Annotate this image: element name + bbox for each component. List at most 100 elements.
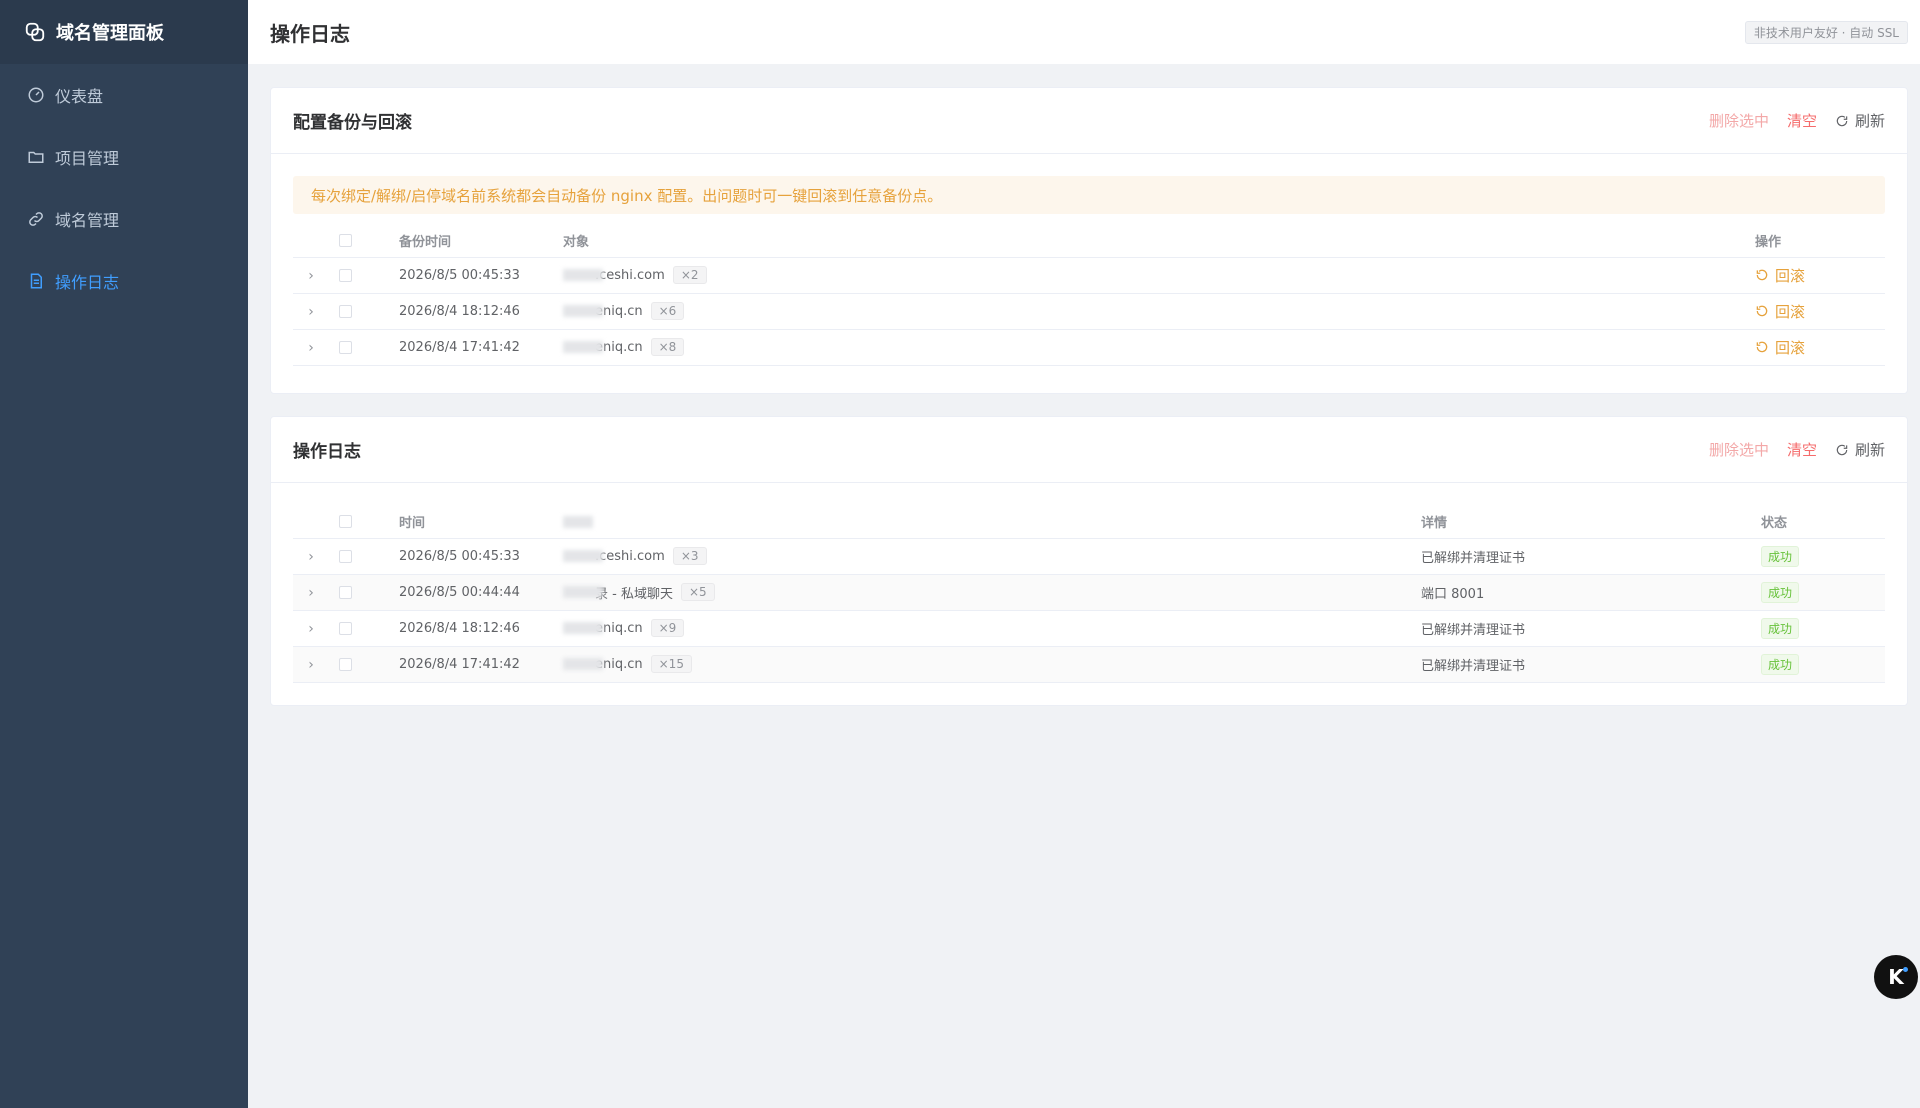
column-header-time: 备份时间	[399, 235, 452, 250]
refresh-label: 刷新	[1854, 112, 1885, 130]
expand-chevron-icon[interactable]: ›	[293, 340, 329, 356]
row-time: 2026/8/4 18:12:46	[399, 621, 520, 636]
row-checkbox[interactable]	[338, 550, 352, 563]
link-chain-icon	[25, 22, 45, 42]
redacted-text	[563, 622, 603, 634]
rollback-button[interactable]: 回滚	[1755, 301, 1805, 322]
rollback-icon	[1756, 305, 1768, 317]
redacted-column-header	[563, 515, 593, 528]
page-title: 操作日志	[270, 21, 350, 46]
row-checkbox[interactable]	[338, 658, 352, 671]
delete-selected-button[interactable]: 删除选中	[1709, 439, 1769, 460]
sidebar-item-label: 项目管理	[55, 149, 120, 168]
table-row: › 2026/8/4 18:12:46 eniq.cn ×6 回滚	[293, 294, 1885, 330]
status-badge: 成功	[1761, 546, 1800, 567]
sidebar-item-logs[interactable]: 操作日志	[0, 250, 248, 312]
header-tag: 非技术用户友好 · 自动 SSL	[1744, 21, 1908, 44]
row-object: 录 - 私域聊天	[595, 586, 673, 602]
notification-dot	[1903, 967, 1908, 972]
sidebar: 域名管理面板 仪表盘 项目管理 域名管理 操作日志	[0, 0, 248, 1108]
count-badge: ×2	[672, 266, 707, 284]
expand-chevron-icon[interactable]: ›	[293, 549, 329, 565]
row-time: 2026/8/5 00:44:44	[399, 585, 520, 600]
refresh-button[interactable]: 刷新	[1835, 110, 1885, 131]
row-detail: 已解绑并清理证书	[1421, 659, 1526, 674]
logs-card: 操作日志 删除选中 清空 刷新 时间 详情 状态 › 2026/8/5 00:4…	[270, 416, 1908, 706]
redacted-text	[563, 658, 603, 670]
refresh-icon	[1836, 115, 1848, 126]
row-time: 2026/8/4 17:41:42	[399, 657, 520, 672]
row-checkbox[interactable]	[338, 341, 352, 354]
row-checkbox[interactable]	[338, 622, 352, 635]
count-badge: ×6	[650, 302, 685, 320]
refresh-button[interactable]: 刷新	[1835, 439, 1885, 460]
assistant-float-button[interactable]: K	[1874, 955, 1918, 999]
rollback-label: 回滚	[1775, 266, 1806, 285]
row-time: 2026/8/5 00:45:33	[399, 549, 520, 564]
refresh-icon	[1836, 444, 1848, 455]
expand-chevron-icon[interactable]: ›	[293, 657, 329, 673]
select-all-checkbox[interactable]	[338, 234, 352, 247]
backup-card-title: 配置备份与回滚	[293, 113, 412, 133]
row-checkbox[interactable]	[338, 269, 352, 282]
clear-button[interactable]: 清空	[1787, 439, 1817, 460]
logs-actions: 删除选中 清空 刷新	[1709, 439, 1885, 460]
sidebar-item-projects[interactable]: 项目管理	[0, 126, 248, 188]
rollback-label: 回滚	[1775, 302, 1806, 321]
table-row: › 2026/8/5 00:45:33 .ceshi.com ×2 回滚	[293, 258, 1885, 294]
status-badge: 成功	[1761, 582, 1800, 603]
backup-card-header: 配置备份与回滚 删除选中 清空 刷新	[271, 88, 1907, 154]
sidebar-item-domains[interactable]: 域名管理	[0, 188, 248, 250]
status-badge: 成功	[1761, 618, 1800, 639]
row-time: 2026/8/4 18:12:46	[399, 304, 520, 319]
row-time: 2026/8/5 00:45:33	[399, 268, 520, 283]
expand-chevron-icon[interactable]: ›	[293, 621, 329, 637]
document-icon	[30, 273, 42, 289]
expand-chevron-icon[interactable]: ›	[293, 304, 329, 320]
table-row: › 2026/8/4 17:41:42 eniq.cn ×15 已解绑并清理证书 …	[293, 647, 1885, 683]
redacted-text	[563, 550, 603, 562]
sidebar-item-label: 操作日志	[55, 273, 120, 292]
redacted-text	[563, 341, 603, 353]
rollback-icon	[1756, 341, 1768, 353]
expand-chevron-icon[interactable]: ›	[293, 585, 329, 601]
rollback-label: 回滚	[1775, 338, 1806, 357]
row-checkbox[interactable]	[338, 305, 352, 318]
delete-selected-button[interactable]: 删除选中	[1709, 110, 1769, 131]
link-icon	[29, 212, 43, 226]
backup-card: 配置备份与回滚 删除选中 清空 刷新 每次绑定/解绑/启停域名前系统都会自动备份…	[270, 87, 1908, 394]
folder-icon	[28, 151, 44, 163]
sidebar-item-label: 仪表盘	[55, 87, 104, 106]
column-header-op: 操作	[1755, 235, 1782, 250]
backup-notice: 每次绑定/解绑/启停域名前系统都会自动备份 nginx 配置。出问题时可一键回滚…	[293, 176, 1885, 214]
row-detail: 端口 8001	[1421, 587, 1485, 602]
header: 操作日志 非技术用户友好 · 自动 SSL	[248, 0, 1920, 64]
count-badge: ×3	[672, 547, 707, 565]
rollback-button[interactable]: 回滚	[1755, 337, 1805, 358]
sidebar-item-label: 域名管理	[55, 211, 120, 230]
status-badge: 成功	[1761, 654, 1800, 675]
redacted-text	[563, 586, 603, 599]
table-row: › 2026/8/4 18:12:46 eniq.cn ×9 已解绑并清理证书 成…	[293, 611, 1885, 647]
brand-title: 域名管理面板	[56, 23, 164, 44]
row-checkbox[interactable]	[338, 586, 352, 599]
backup-actions: 删除选中 清空 刷新	[1709, 110, 1885, 131]
expand-chevron-icon[interactable]: ›	[293, 268, 329, 284]
sidebar-item-dashboard[interactable]: 仪表盘	[0, 64, 248, 126]
clear-button[interactable]: 清空	[1787, 110, 1817, 131]
column-header-status: 状态	[1761, 516, 1788, 531]
count-badge: ×9	[650, 619, 685, 637]
count-badge: ×15	[650, 655, 692, 673]
logs-table: 时间 详情 状态 › 2026/8/5 00:45:33 .ceshi.com ×…	[293, 505, 1885, 683]
redacted-text	[563, 269, 603, 281]
table-row: › 2026/8/5 00:45:33 .ceshi.com ×3 已解绑并清理证…	[293, 539, 1885, 575]
column-header-time: 时间	[399, 516, 426, 531]
row-object: .ceshi.com	[595, 267, 665, 283]
table-header-row: 时间 详情 状态	[293, 505, 1885, 539]
column-header-detail: 详情	[1421, 516, 1448, 531]
table-row: › 2026/8/4 17:41:42 eniq.cn ×8 回滚	[293, 330, 1885, 366]
rollback-button[interactable]: 回滚	[1755, 265, 1805, 286]
row-detail: 已解绑并清理证书	[1421, 623, 1526, 638]
refresh-label: 刷新	[1854, 441, 1885, 459]
select-all-checkbox[interactable]	[338, 515, 352, 528]
